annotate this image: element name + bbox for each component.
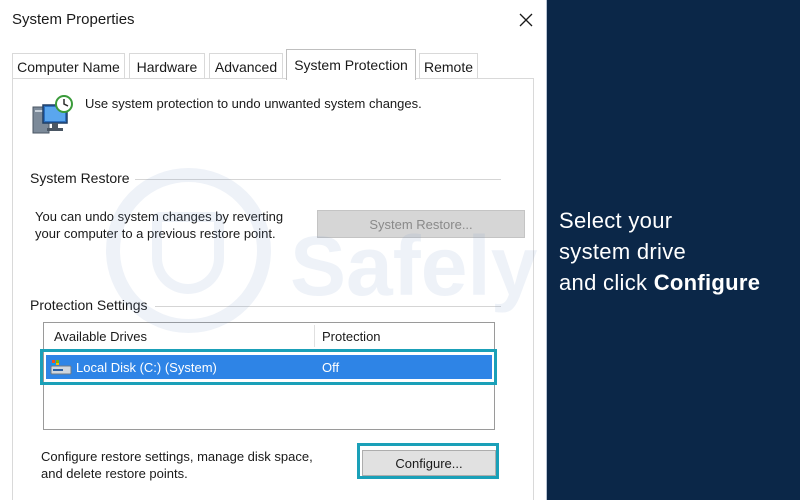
tab-remote[interactable]: Remote bbox=[419, 53, 478, 79]
drive-row-local-disk-c[interactable]: Local Disk (C:) (System) Off bbox=[46, 355, 492, 379]
protection-settings-group-label: Protection Settings bbox=[30, 297, 154, 313]
drives-list-header: Available Drives Protection bbox=[44, 323, 494, 349]
drive-name: Local Disk (C:) (System) bbox=[76, 359, 217, 375]
drive-icon bbox=[50, 360, 72, 375]
protection-settings-divider bbox=[155, 306, 501, 307]
instruction-line3-prefix: and click bbox=[559, 270, 654, 295]
system-protection-icon bbox=[32, 95, 73, 134]
window-title: System Properties bbox=[12, 11, 135, 28]
system-restore-description: You can undo system changes by reverting… bbox=[35, 208, 283, 242]
system-restore-divider bbox=[135, 179, 501, 180]
close-icon bbox=[519, 13, 533, 27]
configure-description: Configure restore settings, manage disk … bbox=[41, 448, 313, 482]
instruction-line2: system drive bbox=[559, 239, 687, 264]
system-restore-description-line2: your computer to a previous restore poin… bbox=[35, 226, 276, 241]
tab-hardware[interactable]: Hardware bbox=[129, 53, 205, 79]
configure-description-line2: and delete restore points. bbox=[41, 466, 188, 481]
intro-text: Use system protection to undo unwanted s… bbox=[85, 96, 422, 111]
system-restore-description-line1: You can undo system changes by reverting bbox=[35, 209, 284, 224]
instruction-line1: Select your bbox=[559, 208, 673, 233]
instruction-line3: and click Configure bbox=[559, 267, 760, 298]
system-properties-dialog: System Properties Computer Name Hardware… bbox=[0, 0, 547, 500]
column-separator bbox=[314, 325, 315, 347]
column-header-available-drives[interactable]: Available Drives bbox=[54, 323, 147, 349]
instruction-text: Select your system drive and click Confi… bbox=[559, 205, 760, 298]
tab-advanced[interactable]: Advanced bbox=[209, 53, 283, 79]
configure-button[interactable]: Configure... bbox=[362, 450, 496, 476]
column-header-protection[interactable]: Protection bbox=[322, 323, 381, 349]
tab-computer-name[interactable]: Computer Name bbox=[12, 53, 125, 79]
system-restore-button: System Restore... bbox=[317, 210, 525, 238]
available-drives-list[interactable]: Available Drives Protection Local Disk (… bbox=[43, 322, 495, 430]
instruction-configure-word: Configure bbox=[653, 270, 761, 295]
system-protection-panel: Use system protection to undo unwanted s… bbox=[12, 78, 534, 500]
close-button[interactable] bbox=[512, 6, 540, 34]
drive-protection-status: Off bbox=[322, 359, 340, 375]
system-restore-group-label: System Restore bbox=[30, 170, 136, 186]
tab-system-protection[interactable]: System Protection bbox=[286, 49, 416, 80]
configure-description-line1: Configure restore settings, manage disk … bbox=[41, 449, 313, 464]
